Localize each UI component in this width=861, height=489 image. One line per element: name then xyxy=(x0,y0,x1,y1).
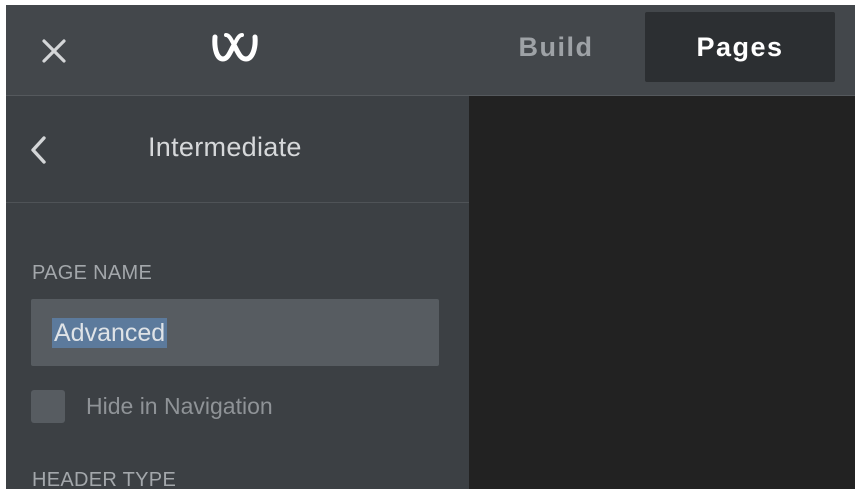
back-button[interactable] xyxy=(24,130,54,170)
header-type-label: HEADER TYPE xyxy=(32,469,177,489)
hide-in-navigation-label: Hide in Navigation xyxy=(86,393,273,419)
sidebar-header: Intermediate xyxy=(6,96,469,203)
close-icon xyxy=(42,39,66,63)
sidebar-title: Intermediate xyxy=(148,132,302,162)
tab-pages[interactable]: Pages xyxy=(645,12,835,82)
close-button[interactable] xyxy=(34,31,74,71)
page-name-input[interactable]: Advanced xyxy=(31,299,439,366)
tab-build[interactable]: Build xyxy=(494,12,618,82)
page-name-label: PAGE NAME xyxy=(32,262,153,284)
chevron-left-icon xyxy=(31,136,46,164)
weebly-logo-icon xyxy=(207,27,263,67)
hide-in-navigation-checkbox[interactable] xyxy=(31,390,65,423)
editor-window: Build Pages Intermediate PAGE NAME Advan… xyxy=(6,5,855,489)
page-settings-sidebar: Intermediate PAGE NAME Advanced Hide in … xyxy=(6,96,469,489)
page-name-value: Advanced xyxy=(52,317,168,348)
top-bar: Build Pages xyxy=(6,5,855,96)
site-preview-canvas[interactable] xyxy=(469,96,855,489)
